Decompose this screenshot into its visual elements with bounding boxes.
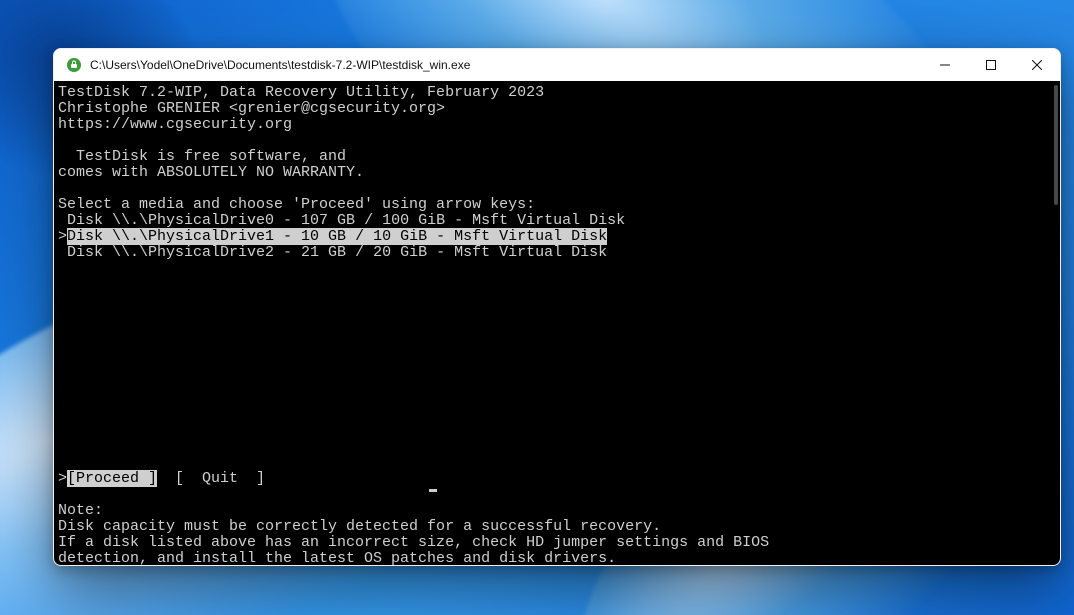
info-line: TestDisk is free software, and (54, 149, 1060, 165)
window-controls (922, 49, 1060, 81)
minimize-button[interactable] (922, 49, 968, 81)
app-icon (66, 57, 82, 73)
close-button[interactable] (1014, 49, 1060, 81)
select-prompt: Select a media and choose 'Proceed' usin… (54, 197, 1060, 213)
console-area[interactable]: TestDisk 7.2-WIP, Data Recovery Utility,… (54, 81, 1060, 565)
text-cursor (429, 489, 437, 492)
app-window: C:\Users\Yodel\OneDrive\Documents\testdi… (53, 48, 1061, 566)
scrollbar[interactable] (1046, 81, 1060, 565)
note-line: If a disk listed above has an incorrect … (54, 535, 1060, 551)
scroll-thumb[interactable] (1054, 85, 1058, 205)
blank-line (54, 133, 1060, 149)
blank-line (54, 181, 1060, 197)
disk-option-selected[interactable]: >Disk \\.\PhysicalDrive1 - 10 GB / 10 Gi… (54, 229, 1060, 245)
desktop-background: C:\Users\Yodel\OneDrive\Documents\testdi… (0, 0, 1074, 615)
note-heading: Note: (54, 503, 1060, 519)
proceed-button[interactable]: [Proceed ] (67, 470, 157, 487)
header-line: TestDisk 7.2-WIP, Data Recovery Utility,… (54, 85, 1060, 101)
blank-line (54, 487, 1060, 503)
note-line: detection, and install the latest OS pat… (54, 551, 1060, 565)
menu-row: >[Proceed ] [ Quit ] (54, 471, 1060, 487)
info-line: comes with ABSOLUTELY NO WARRANTY. (54, 165, 1060, 181)
window-title: C:\Users\Yodel\OneDrive\Documents\testdi… (90, 58, 922, 72)
maximize-button[interactable] (968, 49, 1014, 81)
titlebar[interactable]: C:\Users\Yodel\OneDrive\Documents\testdi… (54, 49, 1060, 81)
disk-option[interactable]: Disk \\.\PhysicalDrive0 - 107 GB / 100 G… (54, 213, 1060, 229)
blank-area (54, 261, 1060, 471)
header-line: Christophe GRENIER <grenier@cgsecurity.o… (54, 101, 1060, 117)
note-line: Disk capacity must be correctly detected… (54, 519, 1060, 535)
disk-option[interactable]: Disk \\.\PhysicalDrive2 - 21 GB / 20 GiB… (54, 245, 1060, 261)
quit-button[interactable]: [ Quit ] (175, 470, 265, 487)
header-line: https://www.cgsecurity.org (54, 117, 1060, 133)
